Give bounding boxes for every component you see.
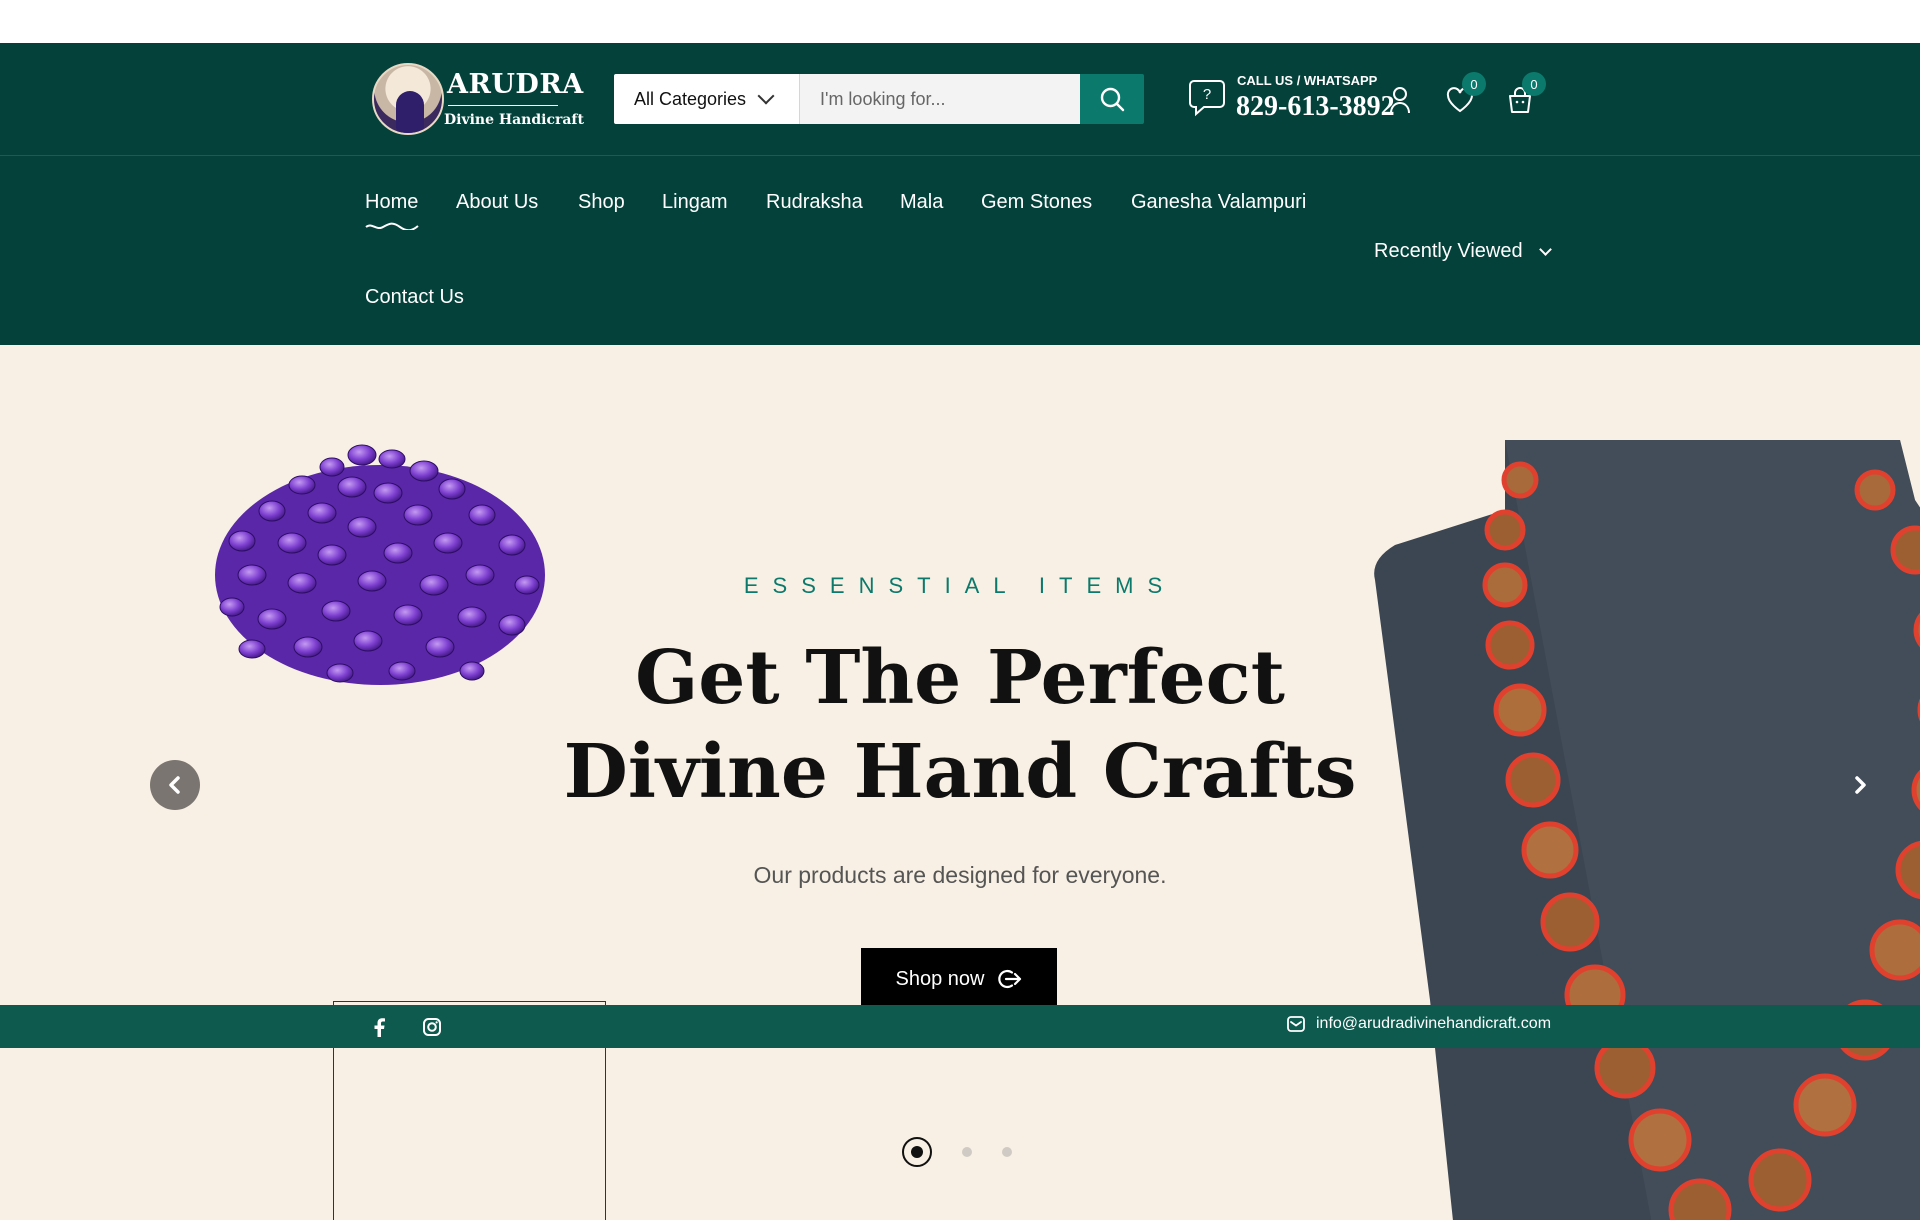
site-header: ARUDRA Divine Handicraft All Categories …: [0, 43, 1920, 345]
mail-icon: [1287, 1016, 1305, 1032]
recently-viewed-dropdown[interactable]: Recently Viewed: [1374, 240, 1552, 263]
amethyst-gemstones-image: [215, 444, 545, 685]
shop-now-label: Shop now: [895, 967, 985, 990]
hero-title: Get The Perfect Divine Hand Crafts: [563, 635, 1357, 815]
account-button[interactable]: [1380, 80, 1420, 120]
slider-dot-3[interactable]: [1002, 1147, 1012, 1157]
hero-slider: ESSENSTIAL ITEMS Get The Perfect Divine …: [0, 345, 1920, 1220]
search-input[interactable]: [800, 74, 1080, 124]
recently-viewed-label: Recently Viewed: [1374, 240, 1523, 262]
user-icon: [1390, 87, 1410, 114]
slider-prev-button[interactable]: [150, 760, 200, 810]
chevron-down-icon: [1538, 242, 1552, 256]
slider-dot-2[interactable]: [962, 1147, 972, 1157]
nav-mala[interactable]: Mala: [900, 191, 943, 214]
slider-dot-1[interactable]: [902, 1137, 932, 1167]
header-divider: [0, 155, 1920, 156]
category-select[interactable]: All Categories: [614, 74, 800, 124]
category-select-label: All Categories: [634, 88, 747, 109]
nav-contact-us[interactable]: Contact Us: [365, 286, 464, 309]
chevron-left-icon: [169, 776, 180, 794]
contact-number: 829-613-3892: [1236, 91, 1395, 122]
chevron-down-icon: [757, 87, 775, 105]
search-icon: [1100, 87, 1125, 112]
chevron-right-icon: [1855, 776, 1866, 794]
nav-rudraksha[interactable]: Rudraksha: [766, 191, 863, 214]
nav-shop[interactable]: Shop: [578, 191, 625, 214]
social-contact-strip: info@arudradivinehandicraft.com: [0, 1005, 1920, 1048]
active-indicator-wave: [365, 222, 419, 230]
facebook-link[interactable]: [373, 1017, 385, 1041]
nav-gem-stones[interactable]: Gem Stones: [981, 191, 1092, 214]
contact-email-text: info@arudradivinehandicraft.com: [1316, 1015, 1552, 1032]
logo-emblem: [372, 63, 444, 135]
cart-count-badge: 0: [1522, 72, 1546, 96]
logo-tagline: Divine Handicraft: [444, 112, 584, 128]
search-bar: All Categories: [614, 74, 1144, 124]
contact-email[interactable]: info@arudradivinehandicraft.com: [1286, 1015, 1551, 1033]
logo-divider: [448, 105, 558, 106]
hero-eyebrow: ESSENSTIAL ITEMS: [743, 573, 1177, 598]
contact-phone[interactable]: ? CALL US / WHATSAPP 829-613-3892: [1188, 73, 1408, 129]
wishlist-count-badge: 0: [1462, 72, 1486, 96]
logo-name: ARUDRA: [447, 69, 584, 100]
instagram-link[interactable]: [422, 1017, 442, 1041]
hero-subtitle: Our products are designed for everyone.: [753, 862, 1167, 888]
nav-ganesha-valampuri[interactable]: Ganesha Valampuri: [1131, 191, 1306, 214]
facebook-icon: [374, 1018, 385, 1037]
shop-now-button[interactable]: Shop now: [861, 948, 1057, 1010]
contact-label: CALL US / WHATSAPP: [1237, 73, 1378, 88]
sign-in-arrow-icon: [998, 969, 1022, 989]
svg-text:?: ?: [1203, 86, 1211, 103]
instagram-icon: [423, 1018, 441, 1036]
logo[interactable]: ARUDRA Divine Handicraft: [372, 63, 584, 139]
nav-about-us[interactable]: About Us: [456, 191, 538, 214]
search-button[interactable]: [1080, 74, 1144, 124]
slider-pagination: [902, 1137, 1012, 1167]
nav-lingam[interactable]: Lingam: [662, 191, 728, 214]
cart-button[interactable]: 0: [1500, 72, 1546, 120]
rudraksha-mala-necklace-image: [1374, 440, 1920, 1220]
top-bar: [0, 0, 1920, 43]
nav-home[interactable]: Home: [365, 191, 418, 214]
chat-question-icon: ?: [1189, 80, 1225, 117]
wishlist-button[interactable]: 0: [1440, 72, 1486, 120]
slider-next-button[interactable]: [1835, 760, 1885, 810]
